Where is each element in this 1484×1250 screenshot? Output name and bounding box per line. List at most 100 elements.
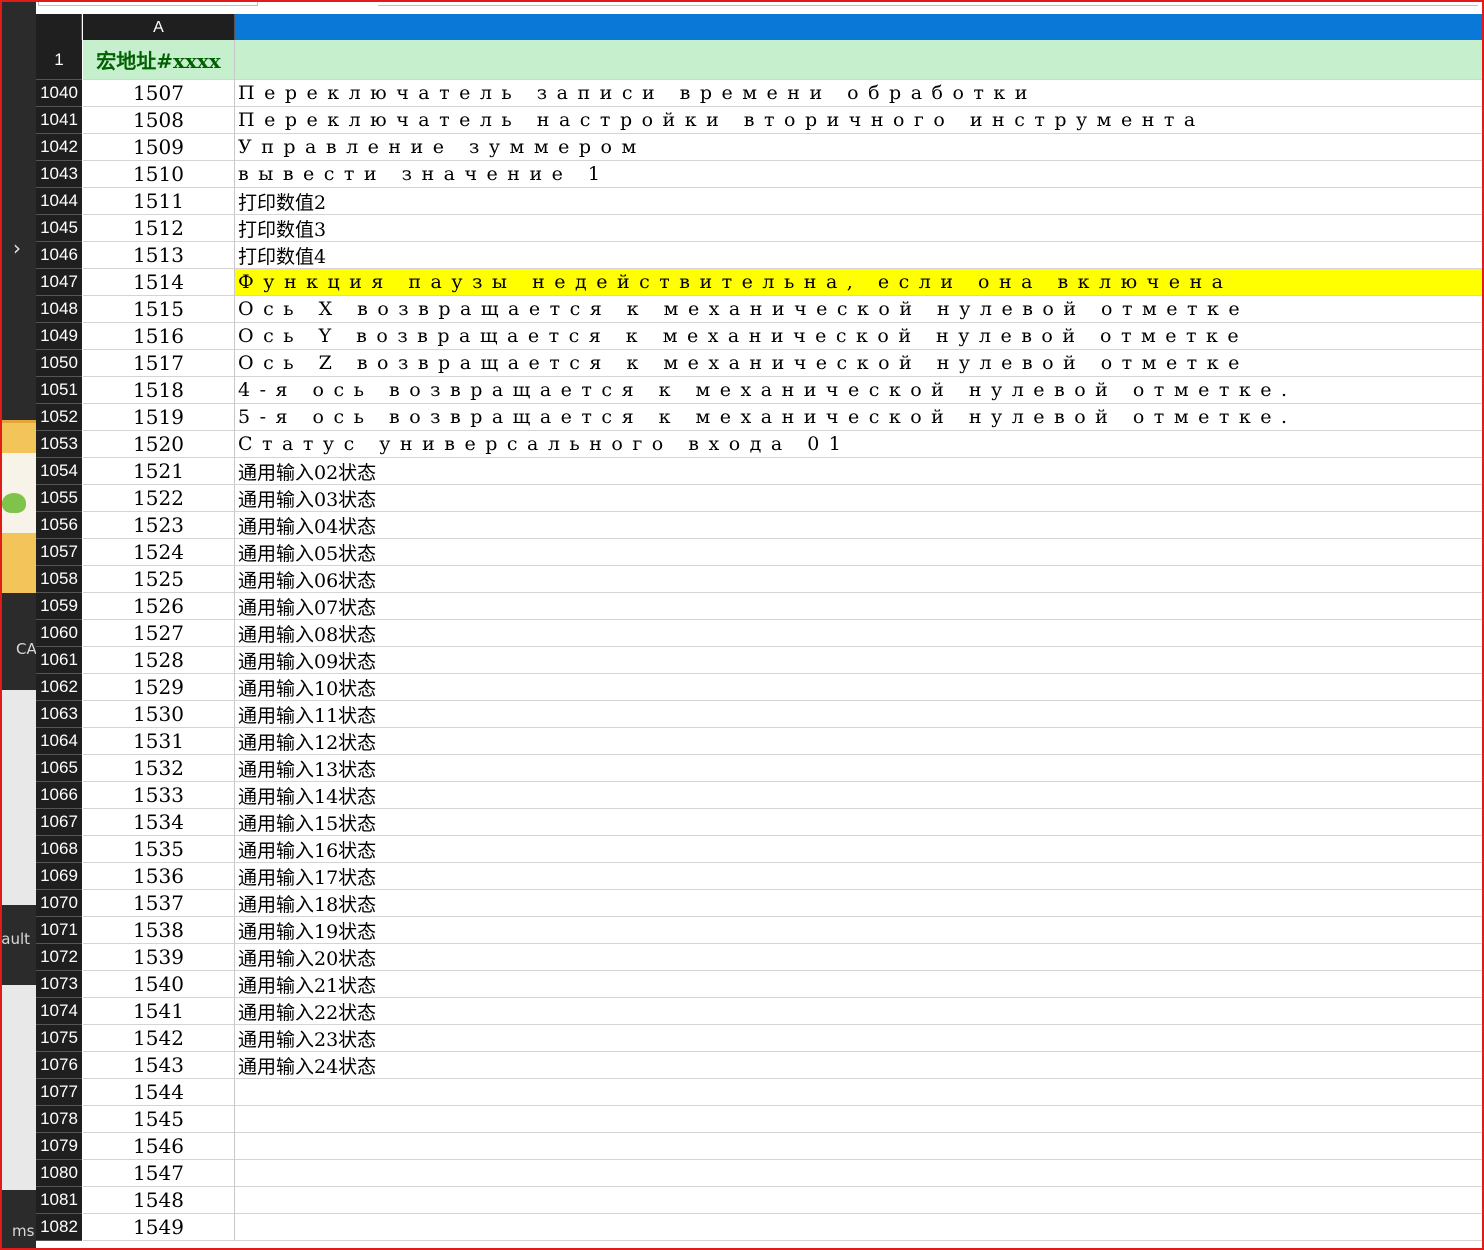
cell-macro-address[interactable]: 1525 [83, 566, 235, 593]
cell-description[interactable]: 通用输入11状态 [235, 701, 1484, 728]
cell-description[interactable]: Ось Z возвращается к механической нулево… [235, 350, 1484, 377]
cell-description[interactable]: 通用输入07状态 [235, 593, 1484, 620]
cell-macro-address[interactable]: 1534 [83, 809, 235, 836]
row-number[interactable]: 1075 [36, 1025, 82, 1052]
cell-macro-address[interactable]: 1541 [83, 998, 235, 1025]
row-number[interactable]: 1063 [36, 701, 82, 728]
row-number[interactable]: 1081 [36, 1187, 82, 1214]
cell-description[interactable] [235, 1079, 1484, 1106]
row-number[interactable]: 1078 [36, 1106, 82, 1133]
cell-description[interactable]: 通用输入24状态 [235, 1052, 1484, 1079]
cell-macro-address[interactable]: 1514 [83, 269, 235, 296]
cell-macro-address[interactable]: 1522 [83, 485, 235, 512]
row-number[interactable]: 1054 [36, 458, 82, 485]
cell-macro-address[interactable]: 1511 [83, 188, 235, 215]
cell-description[interactable]: 通用输入20状态 [235, 944, 1484, 971]
cell-macro-address[interactable]: 1526 [83, 593, 235, 620]
column-header-a[interactable]: A [83, 14, 235, 40]
cell-description[interactable]: 通用输入21状态 [235, 971, 1484, 998]
cell-description[interactable] [235, 1133, 1484, 1160]
row-number[interactable]: 1082 [36, 1214, 82, 1241]
row-number[interactable]: 1041 [36, 107, 82, 134]
cell-macro-address[interactable]: 1520 [83, 431, 235, 458]
row-number[interactable]: 1076 [36, 1052, 82, 1079]
header-cell-macro-address[interactable]: 宏地址#xxxx [83, 40, 235, 80]
cell-description[interactable]: 通用输入17状态 [235, 863, 1484, 890]
row-number[interactable]: 1059 [36, 593, 82, 620]
cell-description[interactable]: 通用输入09状态 [235, 647, 1484, 674]
cell-macro-address[interactable]: 1515 [83, 296, 235, 323]
cell-description[interactable]: 通用输入22状态 [235, 998, 1484, 1025]
cell-macro-address[interactable]: 1544 [83, 1079, 235, 1106]
row-number[interactable]: 1055 [36, 485, 82, 512]
row-number[interactable]: 1061 [36, 647, 82, 674]
cell-description[interactable] [235, 1106, 1484, 1133]
cell-description[interactable]: Переключатель записи времени обработки [235, 80, 1484, 107]
row-number[interactable]: 1071 [36, 917, 82, 944]
cell-description[interactable]: 通用输入06状态 [235, 566, 1484, 593]
cell-macro-address[interactable]: 1546 [83, 1133, 235, 1160]
cell-description[interactable]: 通用输入15状态 [235, 809, 1484, 836]
cell-description[interactable]: 通用输入13状态 [235, 755, 1484, 782]
cell-description[interactable]: Статус универсального входа 01 [235, 431, 1484, 458]
cell-macro-address[interactable]: 1547 [83, 1160, 235, 1187]
cell-macro-address[interactable]: 1530 [83, 701, 235, 728]
row-number[interactable]: 1064 [36, 728, 82, 755]
cell-macro-address[interactable]: 1524 [83, 539, 235, 566]
row-number[interactable]: 1068 [36, 836, 82, 863]
row-number[interactable]: 1045 [36, 215, 82, 242]
cell-macro-address[interactable]: 1538 [83, 917, 235, 944]
cell-macro-address[interactable]: 1549 [83, 1214, 235, 1241]
cell-macro-address[interactable]: 1513 [83, 242, 235, 269]
row-number[interactable]: 1080 [36, 1160, 82, 1187]
row-number[interactable]: 1077 [36, 1079, 82, 1106]
spreadsheet-grid[interactable]: A 1 宏地址#xxxx 1040 1507 Переключатель запис… [36, 14, 1484, 1250]
row-number[interactable]: 1060 [36, 620, 82, 647]
row-number[interactable]: 1046 [36, 242, 82, 269]
row-number[interactable]: 1062 [36, 674, 82, 701]
cell-macro-address[interactable]: 1545 [83, 1106, 235, 1133]
cell-description[interactable]: 5-я ось возвращается к механической нуле… [235, 404, 1484, 431]
row-number[interactable]: 1056 [36, 512, 82, 539]
cell-macro-address[interactable]: 1548 [83, 1187, 235, 1214]
cell-description[interactable]: Ось X возвращается к механической нулево… [235, 296, 1484, 323]
cell-description[interactable]: Управление зуммером [235, 134, 1484, 161]
cell-description[interactable]: 打印数值3 [235, 215, 1484, 242]
cell-macro-address[interactable]: 1512 [83, 215, 235, 242]
row-number[interactable]: 1049 [36, 323, 82, 350]
cell-description[interactable]: 通用输入10状态 [235, 674, 1484, 701]
cell-macro-address[interactable]: 1519 [83, 404, 235, 431]
row-number[interactable]: 1043 [36, 161, 82, 188]
cell-macro-address[interactable]: 1536 [83, 863, 235, 890]
cell-macro-address[interactable]: 1529 [83, 674, 235, 701]
cell-description[interactable]: 通用输入23状态 [235, 1025, 1484, 1052]
cell-macro-address[interactable]: 1509 [83, 134, 235, 161]
cell-description[interactable]: вывести значение 1 [235, 161, 1484, 188]
cell-macro-address[interactable]: 1523 [83, 512, 235, 539]
header-cell-b[interactable] [235, 40, 1484, 80]
cell-macro-address[interactable]: 1533 [83, 782, 235, 809]
cell-description[interactable]: 通用输入18状态 [235, 890, 1484, 917]
cell-description[interactable]: 通用输入16状态 [235, 836, 1484, 863]
cell-description[interactable]: 4-я ось возвращается к механической нуле… [235, 377, 1484, 404]
cell-macro-address[interactable]: 1532 [83, 755, 235, 782]
cell-macro-address[interactable]: 1508 [83, 107, 235, 134]
row-number[interactable]: 1044 [36, 188, 82, 215]
name-box[interactable] [38, 0, 258, 6]
row-number[interactable]: 1040 [36, 80, 82, 107]
row-number[interactable]: 1074 [36, 998, 82, 1025]
cell-description[interactable]: 通用输入03状态 [235, 485, 1484, 512]
cell-macro-address[interactable]: 1543 [83, 1052, 235, 1079]
cell-macro-address[interactable]: 1518 [83, 377, 235, 404]
cell-macro-address[interactable]: 1516 [83, 323, 235, 350]
row-number[interactable]: 1051 [36, 377, 82, 404]
folder-icon[interactable] [0, 420, 36, 593]
formula-input[interactable] [378, 0, 1478, 6]
cell-description[interactable]: 通用输入04状态 [235, 512, 1484, 539]
cell-macro-address[interactable]: 1535 [83, 836, 235, 863]
row-number[interactable]: 1057 [36, 539, 82, 566]
row-number[interactable]: 1069 [36, 863, 82, 890]
cell-description[interactable]: Ось Y возвращается к механической нулево… [235, 323, 1484, 350]
cell-description[interactable]: 通用输入05状态 [235, 539, 1484, 566]
cell-description[interactable]: 打印数值2 [235, 188, 1484, 215]
